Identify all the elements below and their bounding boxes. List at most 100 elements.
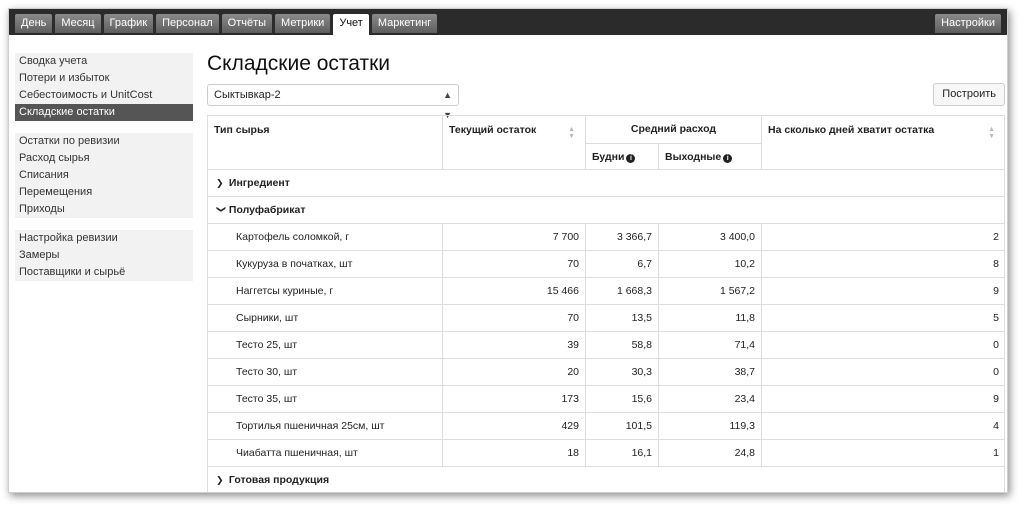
cell-weekends: 38,7 — [659, 359, 762, 385]
header-type[interactable]: Тип сырья — [208, 116, 443, 170]
sidebar-item-losses[interactable]: Потери и избыток — [15, 70, 193, 87]
cell-stock: 173 — [443, 386, 586, 412]
tab-month[interactable]: Месяц — [55, 14, 101, 33]
table-row[interactable]: Чиабатта пшеничная, шт 18 16,1 24,8 1 — [208, 440, 1004, 467]
cell-days: 2 — [993, 231, 999, 243]
header-weekends-label: Выходные — [665, 151, 722, 163]
sidebar-item-writeoffs[interactable]: Списания — [15, 167, 193, 184]
cell-weekdays: 15,6 — [586, 386, 659, 412]
tab-schedule[interactable]: График — [103, 14, 154, 33]
sidebar-item-revision-settings[interactable]: Настройка ревизии — [15, 230, 193, 247]
tab-reports[interactable]: Отчёты — [221, 14, 273, 33]
sidebar-item-cost[interactable]: Себестоимость и UnitCost — [15, 87, 193, 104]
group-ingredient[interactable]: ❯ Ингредиент — [208, 170, 1004, 197]
table-row[interactable]: Тесто 35, шт 173 15,6 23,4 9 — [208, 386, 1004, 413]
cell-days: 9 — [993, 285, 999, 297]
main-content: Складские остатки Сыктывкар-2 ▲ ▼ Построи… — [207, 49, 1005, 492]
sidebar-item-summary[interactable]: Сводка учета — [15, 53, 193, 70]
cell-stock: 20 — [443, 359, 586, 385]
cell-name: Сырники, шт — [208, 305, 443, 331]
cell-days: 9 — [993, 393, 999, 405]
cell-days: 5 — [993, 312, 999, 324]
sidebar-item-stock[interactable]: Складские остатки — [15, 104, 193, 121]
cell-name: Наггетсы куриные, г — [208, 278, 443, 304]
table-row[interactable]: Тортилья пшеничная 25см, шт 429 101,5 11… — [208, 413, 1004, 440]
sidebar-item-measurements[interactable]: Замеры — [15, 247, 193, 264]
header-weekdays-label: Будни — [592, 151, 625, 163]
sidebar-group-settings: Настройка ревизии Замеры Поставщики и сы… — [15, 230, 193, 281]
sidebar-group-operations: Остатки по ревизии Расход сырья Списания… — [15, 133, 193, 218]
tab-staff[interactable]: Персонал — [156, 14, 219, 33]
cell-weekends: 119,3 — [659, 413, 762, 439]
tab-metrics[interactable]: Метрики — [275, 14, 331, 33]
cell-weekdays: 13,5 — [586, 305, 659, 331]
sidebar-item-revision-stock[interactable]: Остатки по ревизии — [15, 133, 193, 150]
sidebar-item-receipts[interactable]: Приходы — [15, 201, 193, 218]
group-semi-finished[interactable]: ❯ Полуфабрикат — [208, 197, 1004, 224]
header-weekdays[interactable]: Будни i — [586, 143, 659, 170]
table-row[interactable]: Тесто 25, шт 39 58,8 71,4 0 — [208, 332, 1004, 359]
table-row[interactable]: Сырники, шт 70 13,5 11,8 5 — [208, 305, 1004, 332]
header-avg: Средний расход — [586, 116, 762, 143]
cell-stock: 70 — [443, 305, 586, 331]
cell-weekends: 3 400,0 — [659, 224, 762, 250]
header-weekends[interactable]: Выходные i — [659, 143, 762, 170]
sort-icon: ▲ ▼ — [568, 126, 575, 140]
cell-weekdays: 3 366,7 — [586, 224, 659, 250]
table-row[interactable]: Тесто 30, шт 20 30,3 38,7 0 — [208, 359, 1004, 386]
cell-stock: 15 466 — [443, 278, 586, 304]
group-label: Полуфабрикат — [228, 204, 306, 216]
cell-weekends: 1 567,2 — [659, 278, 762, 304]
cell-name: Чиабатта пшеничная, шт — [208, 440, 443, 466]
cell-name: Тортилья пшеничная 25см, шт — [208, 413, 443, 439]
header-stock[interactable]: Текущий остаток ▲ ▼ — [443, 116, 586, 170]
tab-marketing[interactable]: Маркетинг — [371, 14, 438, 33]
cell-days: 4 — [993, 420, 999, 432]
sidebar-item-consumption[interactable]: Расход сырья — [15, 150, 193, 167]
header-stock-label: Текущий остаток — [449, 124, 537, 136]
header-days-label: На сколько дней хватит остатка — [768, 124, 935, 136]
sidebar-group-summary: Сводка учета Потери и избыток Себестоимо… — [15, 53, 193, 121]
cell-weekdays: 58,8 — [586, 332, 659, 358]
table-row[interactable]: Наггетсы куриные, г 15 466 1 668,3 1 567… — [208, 278, 1004, 305]
cell-stock: 429 — [443, 413, 586, 439]
cell-weekends: 23,4 — [659, 386, 762, 412]
group-label: Ингредиент — [228, 177, 290, 189]
cell-weekends: 11,8 — [659, 305, 762, 331]
cell-days: 1 — [993, 447, 999, 459]
app-window: День Месяц График Персонал Отчёты Метрик… — [8, 8, 1008, 493]
sidebar-item-transfers[interactable]: Перемещения — [15, 184, 193, 201]
cell-weekdays: 101,5 — [586, 413, 659, 439]
cell-name: Кукуруза в початках, шт — [208, 251, 443, 277]
chevron-down-icon: ❯ — [216, 205, 227, 214]
group-finished-products[interactable]: ❯ Готовая продукция — [208, 467, 1004, 492]
table-body: Картофель соломкой, г 7 700 3 366,7 3 40… — [208, 224, 1004, 467]
cell-weekends: 10,2 — [659, 251, 762, 277]
info-icon[interactable]: i — [626, 154, 636, 163]
cell-stock: 39 — [443, 332, 586, 358]
table-header: Тип сырья Текущий остаток ▲ ▼ Средний рас… — [208, 116, 1004, 170]
nav-tabs: День Месяц График Персонал Отчёты Метрик… — [15, 14, 438, 35]
cell-weekends: 71,4 — [659, 332, 762, 358]
tab-day[interactable]: День — [15, 14, 53, 33]
tab-settings[interactable]: Настройки — [935, 14, 1001, 33]
page-title: Складские остатки — [207, 52, 391, 75]
info-icon[interactable]: i — [723, 154, 733, 163]
cell-name: Тесто 35, шт — [208, 386, 443, 412]
cell-name: Картофель соломкой, г — [208, 224, 443, 250]
tab-accounting[interactable]: Учет — [333, 14, 369, 35]
cell-name: Тесто 30, шт — [208, 359, 443, 385]
cell-weekends: 24,8 — [659, 440, 762, 466]
top-navigation: День Месяц График Персонал Отчёты Метрик… — [9, 9, 1007, 35]
cell-days: 0 — [993, 366, 999, 378]
cell-stock: 7 700 — [443, 224, 586, 250]
cell-weekdays: 16,1 — [586, 440, 659, 466]
location-select[interactable]: Сыктывкар-2 ▲ ▼ — [207, 84, 459, 120]
table-row[interactable]: Кукуруза в початках, шт 70 6,7 10,2 8 — [208, 251, 1004, 278]
sidebar-item-suppliers[interactable]: Поставщики и сырьё — [15, 264, 193, 281]
header-days[interactable]: На сколько дней хватит остатка ▲ ▼ — [762, 116, 1005, 170]
build-button[interactable]: Построить — [933, 83, 1005, 106]
table-row[interactable]: Картофель соломкой, г 7 700 3 366,7 3 40… — [208, 224, 1004, 251]
location-select-value: Сыктывкар-2 — [214, 89, 281, 101]
cell-stock: 70 — [443, 251, 586, 277]
